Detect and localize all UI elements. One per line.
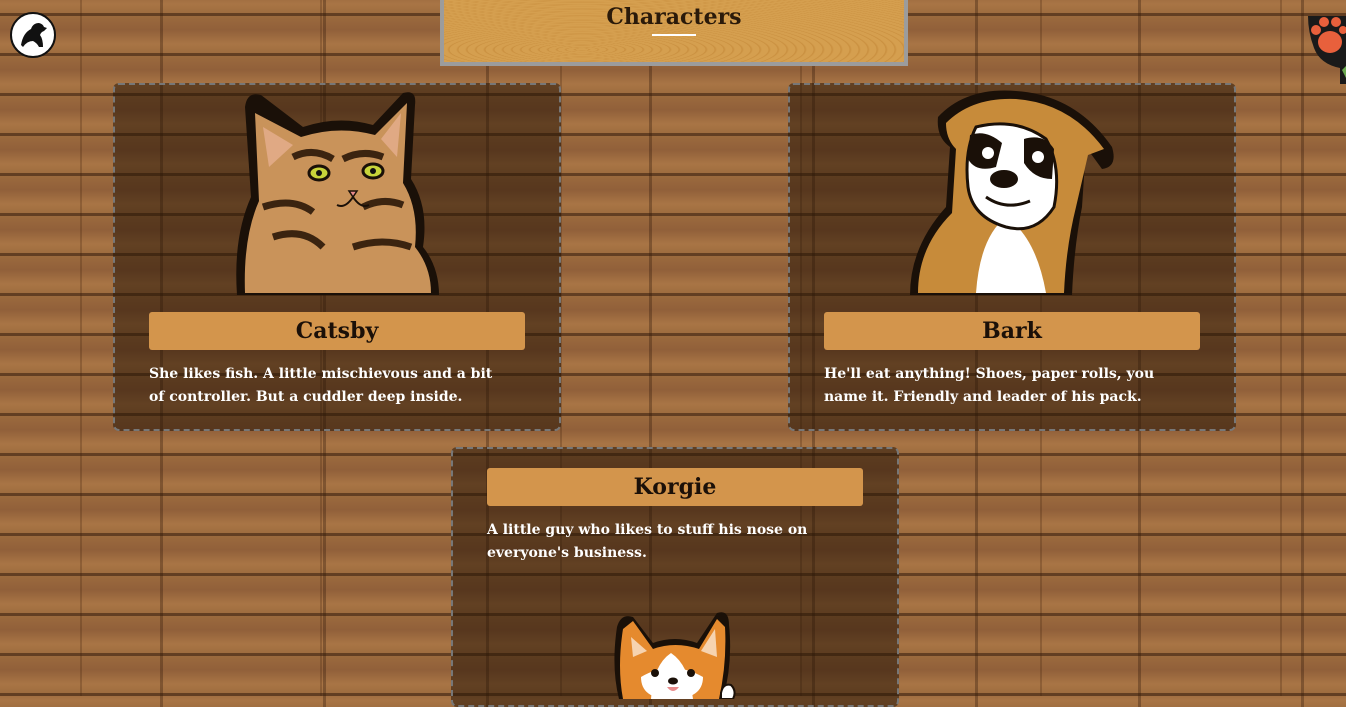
dog-silhouette-icon: [14, 16, 52, 54]
character-name-bar: Catsby: [149, 312, 525, 350]
character-card-catsby: Catsby She likes fish. A little mischiev…: [113, 83, 561, 431]
tabby-cat-portrait: [233, 87, 443, 295]
character-card-bark: Bark He'll eat anything! Shoes, paper ro…: [788, 83, 1236, 431]
page-title: Characters: [606, 4, 741, 34]
character-name: Bark: [982, 318, 1042, 344]
corgi-portrait: [611, 607, 741, 700]
cat-paw-icon: [1300, 8, 1346, 84]
character-name: Catsby: [295, 318, 379, 344]
boxer-dog-portrait: [906, 87, 1118, 295]
character-name-bar: Korgie: [487, 468, 863, 506]
logo[interactable]: [10, 12, 56, 58]
character-description: A little guy who likes to stuff his nose…: [487, 522, 808, 561]
character-description: He'll eat anything! Shoes, paper rolls, …: [824, 366, 1155, 405]
character-name-bar: Bark: [824, 312, 1200, 350]
character-description: She likes fish. A little mischievous and…: [149, 366, 493, 405]
title-board: Characters: [440, 0, 908, 66]
character-card-korgie: Korgie A little guy who likes to stuff h…: [451, 447, 899, 707]
character-name: Korgie: [633, 474, 717, 500]
